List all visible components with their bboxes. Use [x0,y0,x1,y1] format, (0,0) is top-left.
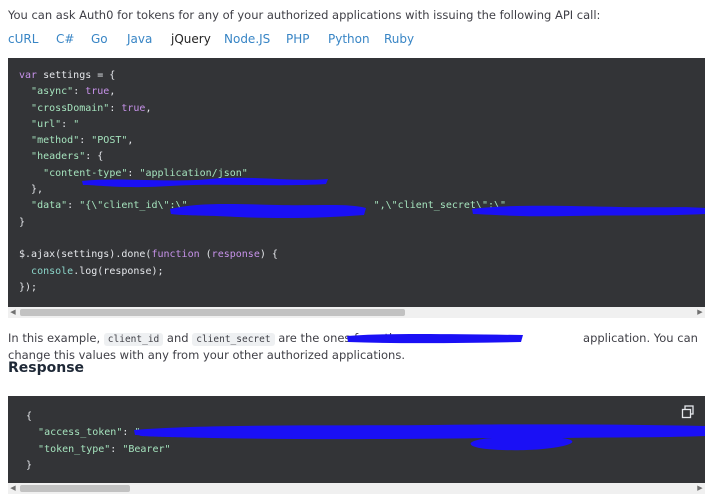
tab-ruby[interactable]: Ruby [384,32,414,56]
code-key: "data" [31,200,68,212]
copy-icon[interactable] [681,405,695,419]
inline-code-client-secret: client_secret [192,333,275,346]
explanation-text: In this example, client_id and client_se… [8,331,708,363]
response-code-block[interactable]: { "access_token": " "token_type": "Beare… [8,396,705,494]
code-value: "application/json" [139,167,248,179]
horizontal-scrollbar[interactable]: ◀ ▶ [8,483,705,494]
scrollbar-thumb[interactable] [20,309,405,316]
code-value: "{\"client_id\":\" [79,200,188,212]
code-key: "headers" [31,151,86,163]
code-key: "access_token" [38,427,123,439]
code-key: "url" [31,118,62,130]
code-value: "Bearer" [122,443,171,455]
response-code: { "access_token": " "token_type": "Beare… [26,411,171,471]
tab-php[interactable]: PHP [286,32,310,56]
code-value: true [121,102,146,114]
tab-java[interactable]: Java [127,32,152,56]
code-key: "crossDomain" [31,102,110,114]
code-text: { [26,411,33,422]
para-text: and [163,331,193,345]
tab-jquery[interactable]: jQuery [169,32,213,60]
redaction-access-token [134,424,705,451]
code-value: ",\"client_secret\":\" [373,200,507,212]
para-text: are the ones from the [274,331,408,345]
arrow-left-icon[interactable]: ◀ [8,307,18,318]
horizontal-scrollbar[interactable]: ◀ ▶ [8,307,705,318]
code-keyword: var [19,70,38,81]
code-key: "token_type" [38,443,111,455]
code-text: } [26,459,33,471]
tab-curl[interactable]: cURL [8,32,38,56]
code-text: }); [19,281,38,293]
code-key: "method" [31,135,80,147]
code-text: $.ajax(settings).done( [19,249,152,261]
scrollbar-thumb[interactable] [20,485,130,492]
inline-code-client-id: client_id [103,333,164,346]
code-value: " [73,118,80,130]
tab-nodejs[interactable]: Node.JS [224,32,270,56]
code-param: response [211,249,260,261]
code-text: settings = { [37,70,116,81]
arrow-right-icon[interactable]: ▶ [695,483,705,494]
para-text: In this example, [8,331,104,345]
request-code-block[interactable]: var settings = { "async": true, "crossDo… [8,58,705,318]
tab-csharp[interactable]: C# [56,32,74,56]
tab-go[interactable]: Go [91,32,108,56]
code-value: " [134,427,141,439]
code-value: true [85,86,110,98]
code-text: .log(response); [73,265,164,277]
code-text: ) { [259,249,278,261]
code-keyword: function [151,249,200,261]
intro-text: You can ask Auth0 for tokens for any of … [8,8,601,22]
request-code: var settings = { "async": true, "crossDo… [19,70,507,293]
code-value: "POST" [91,135,128,147]
arrow-left-icon[interactable]: ◀ [8,483,18,494]
language-tabs: cURL C# Go Java jQuery Node.JS PHP Pytho… [8,32,714,60]
response-heading: Response [8,360,85,376]
code-key: "async" [31,86,74,98]
arrow-right-icon[interactable]: ▶ [695,307,705,318]
code-key: "content-type" [43,167,128,179]
code-object: console [31,265,74,277]
tab-python[interactable]: Python [328,32,370,56]
